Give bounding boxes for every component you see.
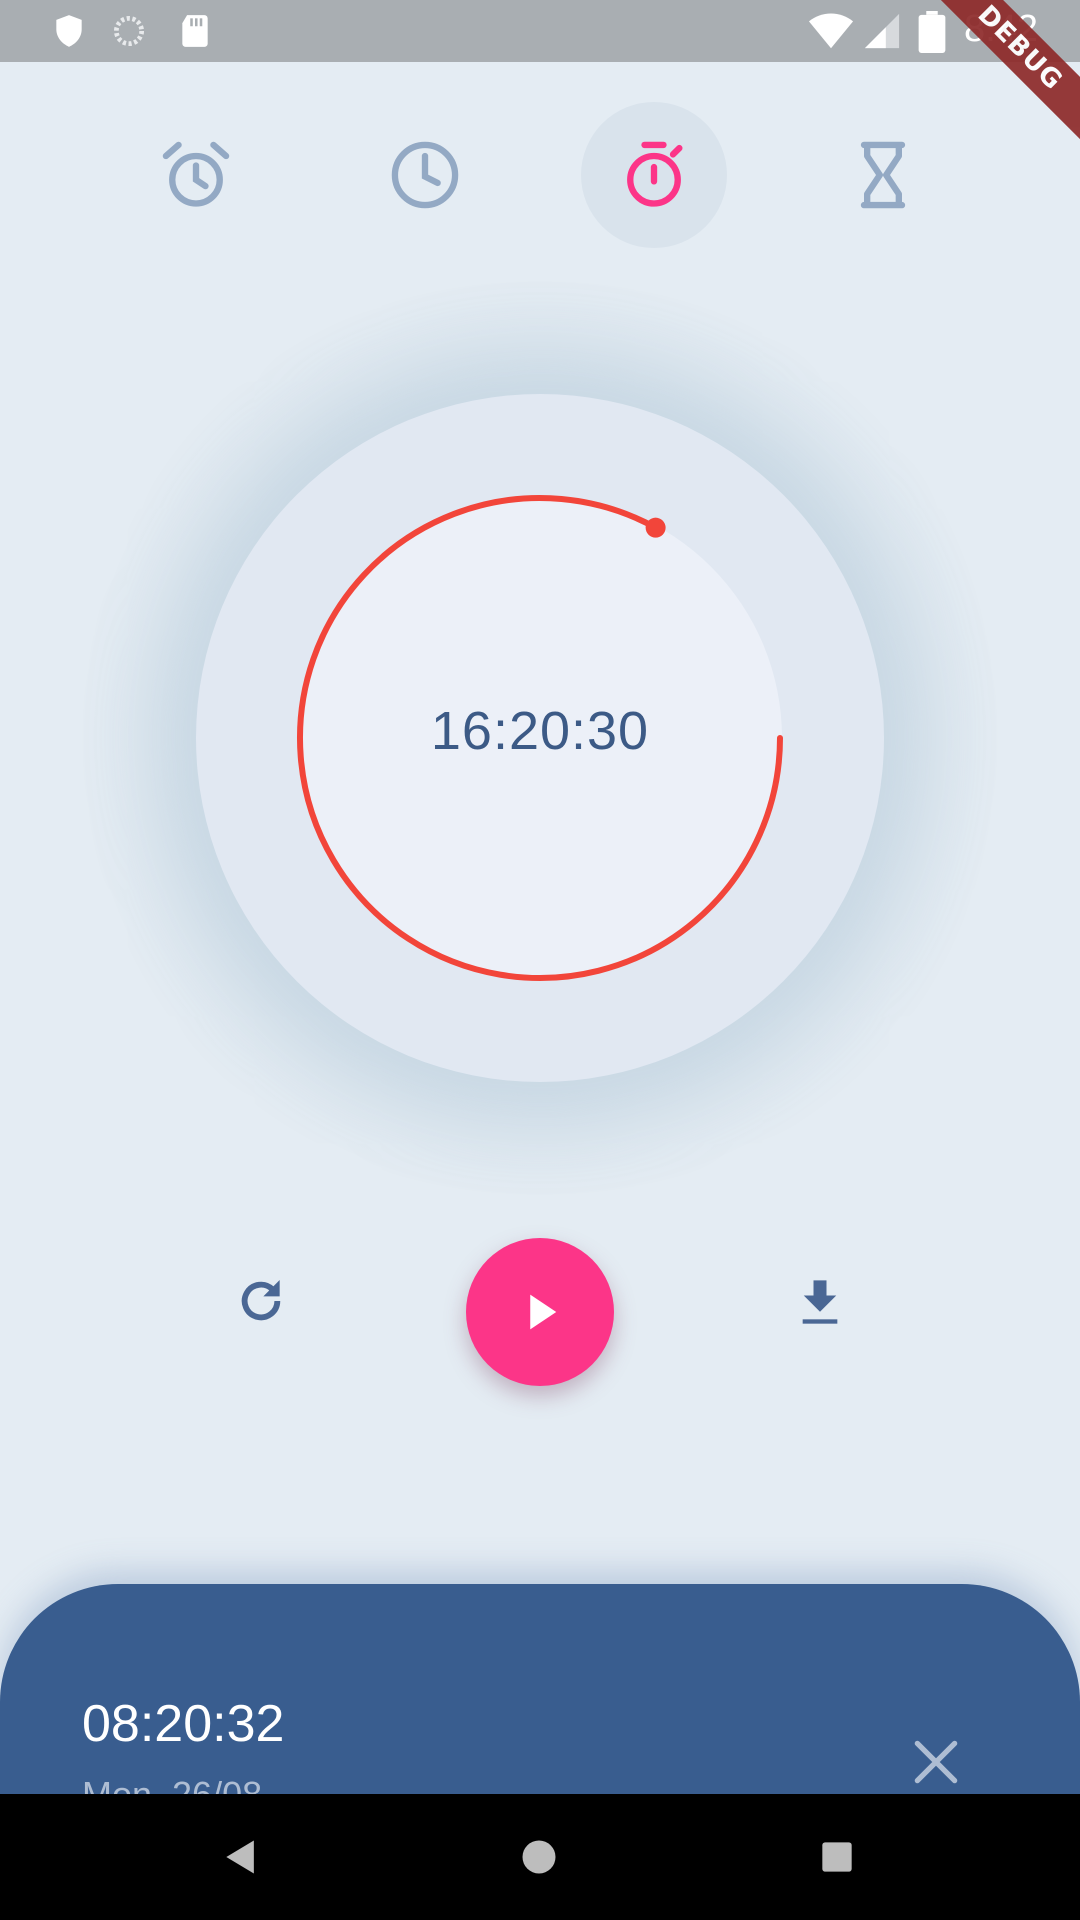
- tab-timer[interactable]: [810, 102, 956, 248]
- hourglass-icon: [860, 141, 906, 209]
- stopwatch-time: 16:20:30: [430, 701, 650, 761]
- progress-handle: [645, 517, 666, 538]
- home-icon: [522, 1840, 556, 1874]
- navigation-bar: [0, 1794, 1080, 1920]
- signal-icon: [864, 13, 900, 49]
- download-button[interactable]: [784, 1266, 856, 1338]
- stopwatch-icon: [627, 141, 683, 207]
- tab-stopwatch[interactable]: [581, 102, 727, 248]
- reset-button[interactable]: [226, 1266, 296, 1336]
- close-button[interactable]: [908, 1734, 964, 1790]
- screen: 8:42 DEBUG: [0, 0, 1080, 1920]
- battery-icon: [918, 11, 946, 53]
- refresh-icon: [241, 1280, 281, 1321]
- tab-clock[interactable]: [352, 102, 498, 248]
- alarm-icon: [162, 141, 230, 207]
- sync-icon: [113, 15, 145, 47]
- back-button[interactable]: [208, 1824, 274, 1890]
- wifi-icon: [808, 13, 854, 49]
- tab-bar: [0, 100, 1080, 250]
- recents-button[interactable]: [804, 1824, 870, 1890]
- download-icon: [802, 1280, 838, 1324]
- lap-time: 08:20:32: [82, 1695, 285, 1753]
- shield-icon: [56, 15, 82, 47]
- recents-icon: [822, 1842, 852, 1872]
- clock-icon: [391, 141, 459, 209]
- play-button[interactable]: [466, 1238, 614, 1386]
- tab-alarm[interactable]: [123, 102, 269, 248]
- status-bar: 8:42: [0, 0, 1080, 62]
- back-icon: [226, 1840, 254, 1874]
- home-button[interactable]: [506, 1824, 572, 1890]
- play-icon: [530, 1294, 557, 1330]
- sd-card-icon: [182, 15, 208, 47]
- close-icon: [914, 1740, 958, 1784]
